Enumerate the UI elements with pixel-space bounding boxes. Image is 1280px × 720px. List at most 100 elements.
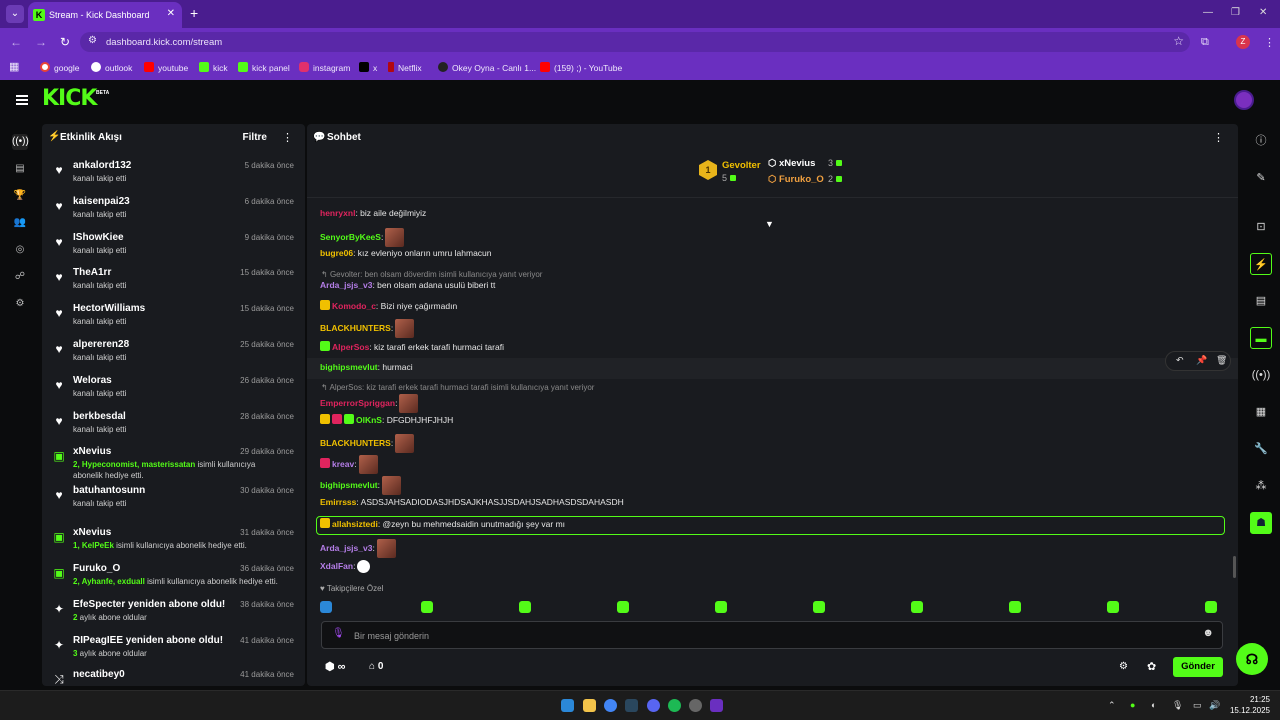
chat-username[interactable]: EmperrorSpriggan (320, 398, 395, 408)
forward-icon[interactable]: → (35, 35, 47, 49)
bookmark-netflix[interactable]: Netflix (388, 62, 422, 74)
filter-button[interactable]: Filtre (243, 132, 267, 143)
chat-message[interactable]: EmperrorSpriggan: (320, 394, 419, 413)
activity-user[interactable]: ankalord132 (73, 160, 131, 171)
app-icon[interactable] (689, 699, 702, 712)
leader-third-name[interactable]: ⬡ Furuko_O (768, 174, 824, 185)
reload-icon[interactable]: ↻ (60, 35, 70, 49)
activity-user[interactable]: berkbesdal (73, 411, 126, 422)
emote-quick-icon[interactable] (813, 601, 825, 613)
chat-username[interactable]: BLACKHUNTERS (320, 323, 391, 333)
bookmark-youtube-video[interactable]: (159) ;) - YouTube (540, 62, 622, 74)
chat-message[interactable]: bighipsmevlut: (320, 476, 401, 495)
user-avatar[interactable] (1234, 90, 1254, 110)
chat-username[interactable]: Arda_jsjs_v3 (320, 543, 372, 553)
activity-item[interactable]: ♥ berkbesdal 28 dakika önce kanalı takip et… (52, 411, 302, 445)
active-app-icon[interactable] (710, 699, 723, 712)
broadcast-icon[interactable]: ((•)) (1250, 364, 1272, 386)
bookmark-outlook[interactable]: outlook (91, 62, 132, 74)
activity-item[interactable]: ▣ Furuko_O 36 dakika önce 2, Ayhanfe, exdua… (52, 563, 302, 597)
minimize-icon[interactable]: — (1203, 7, 1213, 18)
bookmark-instagram[interactable]: instagram (299, 62, 350, 74)
tray-wifi-icon[interactable]: ▭ (1193, 700, 1202, 711)
site-info-icon[interactable]: ⚙ (88, 35, 97, 46)
url-field[interactable]: ⚙ dashboard.kick.com/stream ☆ (80, 32, 1190, 52)
chat-message[interactable]: XdalFan: (320, 560, 371, 573)
chat-username[interactable]: Arda_jsjs_v3 (320, 280, 372, 290)
activity-user[interactable]: RIPeagIEE yeniden abone oldu! (73, 635, 223, 646)
kicks-infinity[interactable]: ⬢ ∞ (325, 660, 346, 673)
info-icon[interactable]: ⓘ (1250, 130, 1272, 152)
bookmark-okey[interactable]: Okey Oyna - Canlı 1... (438, 62, 536, 74)
chat-message[interactable]: Arda_jsjs_v3: (320, 539, 396, 558)
activity-user[interactable]: IShowKiee (73, 232, 124, 243)
chat-username[interactable]: henryxnl (320, 208, 355, 218)
chat-menu-icon[interactable]: ⋮ (1213, 131, 1224, 144)
emote-quick-icon[interactable] (1009, 601, 1021, 613)
edit-pencil-icon[interactable]: ✎ (1250, 167, 1272, 189)
steam-icon[interactable] (625, 699, 638, 712)
discord-icon[interactable] (647, 699, 660, 712)
activity-user[interactable]: Furuko_O (73, 563, 120, 574)
chat-message[interactable]: bugre06: kız evleniyo onların umru lahma… (320, 248, 492, 258)
browser-menu-icon[interactable]: ⋮ (1264, 36, 1275, 49)
bookmark-star-icon[interactable]: ☆ (1173, 34, 1184, 48)
chrome-icon[interactable] (604, 699, 617, 712)
activity-item[interactable]: ♥ Weloras 26 dakika önce kanalı takip etti (52, 375, 302, 409)
activity-item[interactable]: ♥ TheA1rr 15 dakika önce kanalı takip etti (52, 267, 302, 301)
activity-user[interactable]: alpereren28 (73, 339, 129, 350)
bot-icon[interactable]: ☗ (1250, 512, 1272, 534)
hamburger-menu-icon[interactable] (16, 95, 28, 105)
chat-message[interactable]: Komodo_c: Bizi niye çağırmadın (320, 300, 457, 311)
bookmark-kick-panel[interactable]: kick panel (238, 62, 290, 74)
activity-item[interactable]: ♥ batuhantosunn 30 dakika önce kanalı takip… (52, 485, 302, 519)
activity-item[interactable]: ♥ ankalord132 5 dakika önce kanalı takip et… (52, 160, 302, 194)
settings-gear-icon[interactable]: ⚙ (12, 296, 28, 312)
expand-leaderboard-icon[interactable]: ▼ (765, 219, 775, 229)
pin-icon[interactable]: 📌 (1196, 355, 1207, 366)
activity-user[interactable]: TheA1rr (73, 267, 111, 278)
chat-message[interactable]: AlperSos: kiz tarafi erkek tarafi hurmac… (320, 341, 504, 352)
activity-item[interactable]: ⤨ necatibey0 41 dakika önce (52, 669, 302, 686)
emote-quick-icon[interactable] (320, 601, 332, 613)
activity-user[interactable]: batuhantosunn (73, 485, 145, 496)
emote-quick-icon[interactable] (715, 601, 727, 613)
activity-user[interactable]: necatibey0 (73, 669, 125, 680)
chat-username[interactable]: bighipsmevlut (320, 362, 378, 372)
window-close-icon[interactable]: ✕ (1259, 7, 1267, 18)
tray-steam-icon[interactable]: ◐ (1151, 700, 1156, 710)
tray-app-icon[interactable]: ● (1130, 700, 1135, 710)
chat-message[interactable]: bighipsmevlut: hurmaci (320, 362, 413, 372)
profile-avatar[interactable]: Z (1236, 35, 1250, 49)
emote-quick-icon[interactable] (617, 601, 629, 613)
activity-bolt-icon[interactable]: ⚡ (1250, 253, 1272, 275)
activity-item[interactable]: ▣ xNevius 31 dakika önce 1, KelPeEk isimli … (52, 527, 302, 561)
activity-item[interactable]: ▣ xNevius 29 dakika önce 2, Hypeconomist, m… (52, 446, 302, 480)
notes-icon[interactable]: ▤ (1250, 290, 1272, 312)
activity-user[interactable]: HectorWilliams (73, 303, 145, 314)
stream-live-icon[interactable]: ((•)) (12, 134, 29, 150)
scan-icon[interactable]: ⊡ (1250, 216, 1272, 238)
chat-username[interactable]: bighipsmevlut (320, 480, 378, 490)
emote-quick-icon[interactable] (421, 601, 433, 613)
chat-message[interactable]: BLACKHUNTERS: (320, 434, 415, 453)
chat-username[interactable]: AlperSos (332, 342, 369, 352)
apps-grid-icon[interactable]: ▦ (9, 61, 19, 73)
chat-username[interactable]: SenyorByKeeS (320, 232, 381, 242)
chat-message[interactable]: SenyorByKeeS: (320, 228, 405, 247)
activity-user[interactable]: xNevius (73, 527, 111, 538)
reply-icon[interactable]: ↶ (1176, 355, 1184, 366)
support-fab-icon[interactable]: ☊ (1236, 643, 1268, 675)
activity-user[interactable]: kaisenpai23 (73, 196, 130, 207)
chat-message[interactable]: BLACKHUNTERS: (320, 319, 415, 338)
start-icon[interactable] (561, 699, 574, 712)
activity-item[interactable]: ♥ IShowKiee 9 dakika önce kanalı takip etti (52, 232, 302, 266)
taskbar-clock[interactable]: 21:25 15.12.2025 (1228, 694, 1270, 716)
shop-count[interactable]: ⌂ 0 (369, 661, 383, 672)
spotify-icon[interactable] (668, 699, 681, 712)
emote-quick-icon[interactable] (1205, 601, 1217, 613)
chat-username[interactable]: kreav (332, 459, 354, 469)
chat-message[interactable]: OlKnS: DFGDHJHFJHJH (320, 414, 453, 425)
browser-tab-active[interactable]: K Stream - Kick Dashboard ✕ (28, 2, 182, 28)
delete-icon[interactable]: 🗑 (1216, 355, 1227, 366)
